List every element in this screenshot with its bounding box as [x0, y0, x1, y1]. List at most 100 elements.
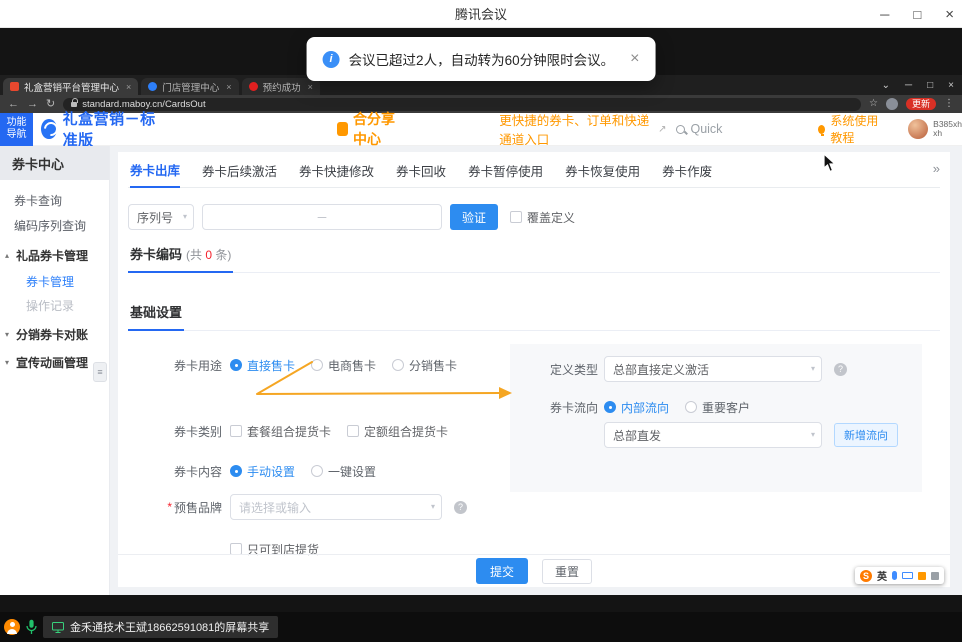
caret-down-icon: ▾	[5, 330, 9, 339]
help-icon[interactable]: ?	[454, 501, 467, 514]
radio-manual-setup[interactable]: 手动设置	[230, 463, 295, 480]
code-count: (共 0 条)	[186, 248, 231, 262]
minimize-icon[interactable]: ─	[880, 8, 889, 21]
workspace: 券卡中心 券卡查询 编码序列查询 ▴ 礼品券卡管理 券卡管理 操作记录 ▾ 分销…	[0, 146, 962, 595]
microphone-icon[interactable]	[26, 619, 37, 635]
presale-brand-select[interactable]: 请选择或输入 ▾	[230, 494, 442, 520]
browser-tab-label: 门店管理中心	[162, 80, 219, 94]
sidebar-item-card-query[interactable]: 券卡查询	[0, 187, 109, 213]
quick-entry-link[interactable]: 更快捷的券卡、订单和快递通道入口 ↗	[499, 110, 666, 148]
flow-target-select[interactable]: 总部直发 ▾	[604, 422, 822, 448]
caret-down-icon: ▾	[811, 431, 815, 439]
add-flow-button[interactable]: 新增流向	[834, 423, 898, 447]
user-avatar	[908, 119, 928, 139]
quick-search[interactable]: Quick	[676, 122, 722, 136]
close-icon[interactable]: ×	[948, 80, 954, 91]
presale-brand-row: *预售品牌 请选择或输入 ▾ ?	[118, 494, 950, 520]
sidebar-item-card-mgmt[interactable]: 券卡管理	[0, 268, 109, 294]
radio-distribution-sale[interactable]: 分销售卡	[392, 357, 457, 374]
tab-quick-modify[interactable]: 券卡快捷修改	[299, 152, 374, 188]
sidebar-group-gift-card-mgmt[interactable]: ▴ 礼品券卡管理	[0, 242, 109, 268]
sogou-logo-icon[interactable]: S	[860, 570, 872, 582]
submit-button[interactable]: 提交	[476, 558, 528, 584]
radio-direct-sale[interactable]: 直接售卡	[230, 357, 295, 374]
bottom-taskbar: 金禾通技术王斌18662591081的屏幕共享	[0, 612, 962, 642]
radio-oneclick-setup[interactable]: 一键设置	[311, 463, 376, 480]
screen-share-area: 礼盒营销平台管理中心 × 门店管理中心 × 预约成功 × ⌄ ─ □	[0, 28, 962, 612]
checkbox-fixed-pickup[interactable]: 定额组合提货卡	[347, 423, 448, 440]
toast-message: 会议已超过2人，自动转为60分钟限时会议。	[349, 49, 615, 69]
card-flow-label: 券卡流向	[510, 394, 598, 420]
close-icon[interactable]: ×	[945, 7, 954, 22]
bookmark-star-icon[interactable]: ☆	[869, 99, 878, 109]
definition-type-row: 定义类型 总部直接定义激活 ▾ ?	[510, 356, 922, 382]
definition-type-select[interactable]: 总部直接定义激活 ▾	[604, 356, 822, 382]
browser-window: 礼盒营销平台管理中心 × 门店管理中心 × 预约成功 × ⌄ ─ □	[0, 75, 962, 595]
tab-followup-activate[interactable]: 券卡后续激活	[202, 152, 277, 188]
meeting-title: 腾讯会议	[455, 4, 507, 23]
ime-keyboard-icon[interactable]	[902, 572, 913, 579]
sidebar-group-distribution[interactable]: ▾ 分销券卡对账	[0, 321, 109, 347]
minimize-icon[interactable]: ─	[905, 80, 912, 91]
ime-mic-icon[interactable]	[892, 571, 897, 580]
ime-language-indicator[interactable]: 英	[877, 568, 887, 583]
url-field[interactable]: standard.maboy.cn/CardsOut	[63, 98, 861, 111]
browser-profile-avatar[interactable]	[886, 98, 898, 110]
tab-card-restore[interactable]: 券卡恢复使用	[565, 152, 640, 188]
radio-icon	[311, 359, 323, 371]
radio-ecommerce-sale[interactable]: 电商售卡	[311, 357, 376, 374]
tutorial-link[interactable]: 系统使用教程	[818, 112, 886, 146]
help-icon[interactable]: ?	[834, 363, 847, 376]
reset-button[interactable]: 重置	[542, 559, 592, 584]
checkbox-combo-pickup[interactable]: 套餐组合提货卡	[230, 423, 331, 440]
radio-vip-customer[interactable]: 重要客户	[685, 399, 750, 416]
sidebar-item-op-log[interactable]: 操作记录	[0, 292, 109, 318]
tab-close-icon[interactable]: ×	[126, 82, 131, 92]
card-flow-select-row: 总部直发 ▾ 新增流向	[510, 422, 922, 448]
tab-close-icon[interactable]: ×	[226, 82, 231, 92]
meeting-toast: i 会议已超过2人，自动转为60分钟限时会议。 ×	[307, 37, 656, 81]
app-title: 礼盒营销－标准版	[63, 108, 160, 150]
tab-close-icon[interactable]: ×	[308, 82, 313, 92]
browser-update-button[interactable]: 更新	[906, 98, 936, 110]
toast-close-icon[interactable]: ×	[630, 51, 639, 67]
sidebar-item-serial-query[interactable]: 编码序列查询	[0, 212, 109, 238]
verify-button[interactable]: 验证	[450, 204, 498, 230]
radio-internal-flow[interactable]: 内部流向	[604, 399, 669, 416]
app-logo[interactable]: 礼盒营销－标准版	[41, 108, 159, 150]
menu-dots-icon[interactable]: ⋮	[944, 99, 954, 109]
person-avatar-icon[interactable]	[4, 619, 20, 635]
section-title: 基础设置	[128, 304, 184, 331]
serial-range-input[interactable]: －	[202, 204, 442, 230]
sidebar: 券卡中心 券卡查询 编码序列查询 ▴ 礼品券卡管理 券卡管理 操作记录 ▾ 分销…	[0, 146, 110, 595]
tab-favicon-icon	[249, 82, 258, 91]
tab-search-icon[interactable]: ⌄	[882, 80, 890, 91]
serial-type-select[interactable]: 序列号 ▾	[128, 204, 194, 230]
ime-toolbar: S 英	[855, 567, 944, 584]
maximize-icon[interactable]: □	[927, 80, 933, 91]
function-nav-badge[interactable]: 功能 导航	[0, 113, 33, 146]
ime-grid-icon[interactable]	[918, 572, 926, 580]
browser-tab-2[interactable]: 门店管理中心 ×	[141, 78, 238, 95]
tab-card-out[interactable]: 券卡出库	[130, 152, 180, 188]
user-name-line2: xh	[933, 129, 962, 138]
share-center-link[interactable]: 合分享中心	[337, 109, 407, 149]
monitor-icon	[52, 622, 64, 633]
card-category-label: 券卡类别	[118, 418, 222, 444]
tab-card-suspend[interactable]: 券卡暂停使用	[468, 152, 543, 188]
browser-tab-3[interactable]: 预约成功 ×	[242, 78, 320, 95]
override-checkbox[interactable]: 覆盖定义	[510, 209, 575, 226]
screen-share-badge[interactable]: 金禾通技术王斌18662591081的屏幕共享	[43, 616, 278, 638]
forward-icon[interactable]: →	[27, 99, 38, 110]
browser-tab-1[interactable]: 礼盒营销平台管理中心 ×	[3, 78, 138, 95]
user-account[interactable]: B385xh xh	[908, 119, 962, 139]
sidebar-collapse-handle[interactable]: ≡	[93, 362, 107, 382]
tutorial-label: 系统使用教程	[830, 112, 886, 146]
ime-toolbox-icon[interactable]	[931, 572, 939, 580]
tab-card-void[interactable]: 券卡作废	[662, 152, 712, 188]
maximize-icon[interactable]: □	[913, 8, 921, 21]
tab-favicon-icon	[10, 82, 19, 91]
tabs-overflow-icon[interactable]: »	[933, 161, 940, 176]
tab-card-recycle[interactable]: 券卡回收	[396, 152, 446, 188]
back-icon[interactable]: ←	[8, 99, 19, 110]
